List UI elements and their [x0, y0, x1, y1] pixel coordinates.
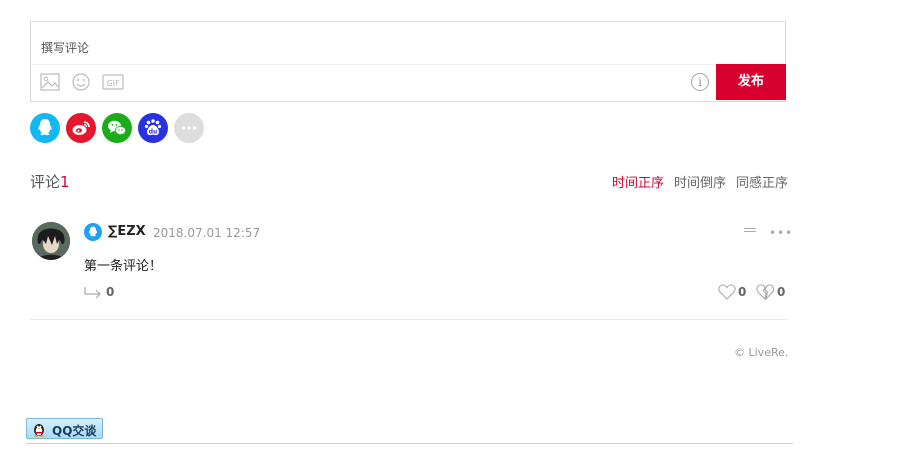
qq-chat-button[interactable]: QQ交谈: [26, 418, 103, 439]
sort-agree[interactable]: 同感正序: [736, 172, 788, 191]
avatar[interactable]: [32, 222, 70, 260]
qq-platform-icon: [84, 223, 102, 241]
copyright-link[interactable]: © LiveRe.: [734, 346, 788, 359]
publish-button[interactable]: 发布: [716, 64, 786, 100]
comment-time: 2018.07.01 12:57: [153, 226, 261, 240]
bottom-divider: [26, 443, 793, 444]
more-options-icon[interactable]: •••: [769, 226, 793, 240]
qq-chat-label: QQ交谈: [52, 424, 97, 438]
more-login-icon[interactable]: [174, 113, 204, 143]
comments-title-label: 评论: [30, 173, 61, 191]
reply-icon[interactable]: [84, 285, 102, 304]
svg-text:GIF: GIF: [106, 79, 120, 88]
comments-count: 1: [60, 173, 70, 191]
weibo-login-icon[interactable]: [66, 113, 96, 143]
sort-desc-time[interactable]: 时间倒序: [674, 172, 726, 191]
svg-text:du: du: [149, 129, 158, 136]
emoji-icon[interactable]: [71, 73, 91, 91]
gif-icon[interactable]: GIF: [102, 73, 124, 91]
image-icon[interactable]: [40, 73, 60, 91]
baidu-login-icon[interactable]: du: [138, 113, 168, 143]
comment-input[interactable]: 撰写评论: [41, 39, 89, 56]
comment-author[interactable]: ∑EZX: [108, 224, 146, 239]
comment-text: 第一条评论！: [84, 259, 163, 274]
qq-login-icon[interactable]: [30, 113, 60, 143]
info-icon[interactable]: i: [691, 73, 709, 91]
penguin-icon: [31, 421, 47, 441]
comments-title: 评论1: [30, 171, 70, 192]
broken-heart-icon[interactable]: [756, 284, 775, 304]
collapse-icon[interactable]: [744, 228, 756, 232]
editor-toolbar: GIF i 发布: [31, 64, 786, 101]
heart-icon[interactable]: [718, 284, 736, 304]
like-count: 0: [738, 285, 747, 299]
comment-editor: 撰写评论 GIF i 发布: [30, 21, 786, 102]
dislike-count: 0: [777, 285, 786, 299]
divider: [30, 319, 788, 320]
sort-asc-time[interactable]: 时间正序: [612, 172, 664, 191]
reply-count: 0: [106, 285, 115, 299]
wechat-login-icon[interactable]: [102, 113, 132, 143]
